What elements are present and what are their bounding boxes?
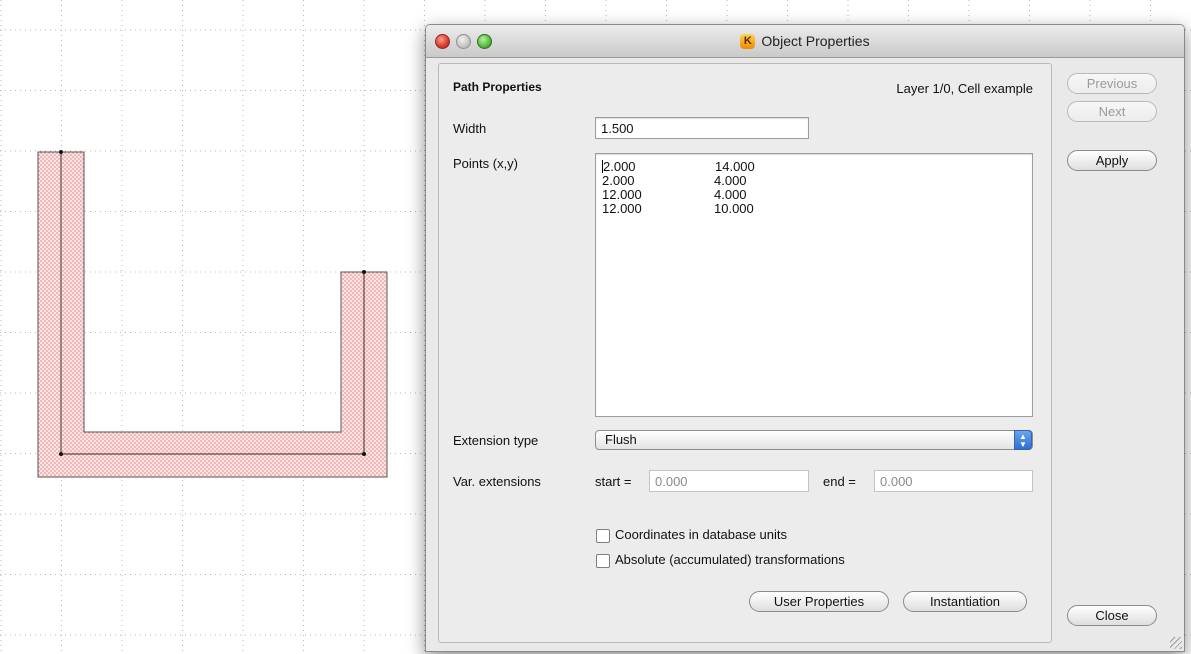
- object-properties-dialog: K Object Properties Path Properties Laye…: [425, 24, 1185, 652]
- point-row: 12.000 4.000: [602, 188, 1032, 202]
- path-vertex: [362, 452, 366, 456]
- point-x: 2.000: [603, 159, 636, 174]
- user-properties-button[interactable]: User Properties: [749, 591, 889, 612]
- point-y: 4.000: [714, 173, 747, 188]
- instantiation-button[interactable]: Instantiation: [903, 591, 1027, 612]
- point-y: 14.000: [715, 159, 755, 174]
- width-field[interactable]: 1.500: [595, 117, 809, 139]
- apply-button[interactable]: Apply: [1067, 150, 1157, 171]
- path-vertex: [362, 270, 366, 274]
- app-icon: K: [740, 33, 756, 49]
- title-bar[interactable]: K Object Properties: [426, 25, 1184, 58]
- start-label: start =: [595, 474, 632, 489]
- path-properties-group: Path Properties Layer 1/0, Cell example …: [438, 63, 1052, 643]
- extension-type-value: Flush: [605, 432, 637, 447]
- dbu-checkbox-label[interactable]: Coordinates in database units: [615, 527, 787, 542]
- path-vertex: [59, 452, 63, 456]
- path-spine: [60, 152, 365, 455]
- points-textarea[interactable]: 2.000 14.000 2.000 4.000 12.000 4.000 12.000 10…: [595, 153, 1033, 417]
- previous-button[interactable]: Previous: [1067, 73, 1157, 94]
- point-row: 2.000 14.000: [602, 160, 1032, 174]
- points-label: Points (x,y): [453, 156, 519, 171]
- next-button[interactable]: Next: [1067, 101, 1157, 122]
- layer-info: Layer 1/0, Cell example: [896, 81, 1033, 96]
- point-y: 4.000: [714, 187, 747, 202]
- absolute-transform-checkbox[interactable]: [596, 554, 610, 568]
- point-y: 10.000: [714, 201, 754, 216]
- point-row: 2.000 4.000: [602, 174, 1032, 188]
- width-label: Width: [453, 121, 487, 136]
- extension-type-label: Extension type: [453, 433, 539, 448]
- end-label: end =: [823, 474, 856, 489]
- path-vertex: [59, 150, 63, 154]
- extension-type-select[interactable]: Flush ▲ ▼: [595, 430, 1033, 450]
- point-x: 12.000: [602, 201, 642, 216]
- point-x: 2.000: [602, 173, 635, 188]
- select-arrows-icon[interactable]: ▲ ▼: [1014, 430, 1032, 450]
- point-x: 12.000: [602, 187, 642, 202]
- point-row: 12.000 10.000: [602, 202, 1032, 216]
- dbu-checkbox[interactable]: [596, 529, 610, 543]
- start-extension-field[interactable]: 0.000: [649, 470, 809, 492]
- path-outline: [37, 151, 388, 478]
- window-title: Object Properties: [761, 33, 870, 49]
- resize-grip-icon[interactable]: [1170, 637, 1182, 649]
- var-extensions-label: Var. extensions: [453, 474, 541, 489]
- path-shape[interactable]: [37, 150, 388, 478]
- end-extension-field[interactable]: 0.000: [874, 470, 1033, 492]
- panel-heading: Path Properties: [453, 80, 542, 94]
- close-button[interactable]: Close: [1067, 605, 1157, 626]
- absolute-transform-checkbox-label[interactable]: Absolute (accumulated) transformations: [615, 552, 845, 567]
